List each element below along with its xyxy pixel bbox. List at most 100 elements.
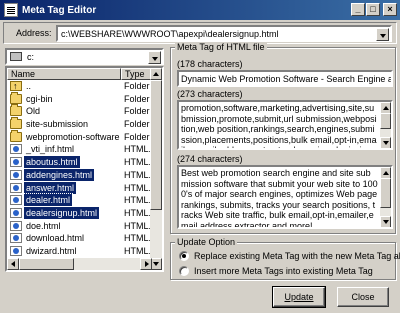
- close-button[interactable]: Close: [337, 287, 389, 307]
- app-icon: [4, 3, 18, 17]
- replace-option-label[interactable]: Replace existing Meta Tag with the new M…: [194, 251, 400, 261]
- folder-icon: [10, 91, 22, 104]
- file-list-item[interactable]: doe.html HTML...: [7, 220, 156, 233]
- file-list-item[interactable]: download.html HTML...: [7, 232, 156, 245]
- file-list-item[interactable]: _vti_inf.html HTML...: [7, 143, 156, 156]
- keywords-scroll-down-icon[interactable]: [380, 137, 391, 148]
- folder-icon: [10, 129, 22, 142]
- maximize-button[interactable]: □: [366, 3, 380, 16]
- title-bar[interactable]: Meta Tag Editor _ □ ×: [0, 0, 400, 20]
- html-file-icon: [10, 144, 22, 155]
- update-button-label: Update: [284, 292, 314, 302]
- file-type: Folder: [124, 119, 150, 130]
- window-title: Meta Tag Editor: [22, 4, 97, 16]
- file-list-item[interactable]: webpromotion-software Folder: [7, 129, 152, 144]
- file-list-item[interactable]: aboutus.html HTML...: [7, 155, 156, 170]
- drive-select[interactable]: c:: [5, 48, 164, 65]
- html-file-icon: [10, 157, 22, 168]
- insert-radio[interactable]: [179, 266, 189, 276]
- address-label: Address:: [16, 28, 52, 38]
- address-input[interactable]: c:\WEBSHARE\WWWROOT\apexpi\dealersignup.…: [61, 29, 279, 39]
- file-name: addengines.html: [22, 167, 96, 182]
- folder-icon: [10, 104, 22, 117]
- minimize-button[interactable]: _: [351, 3, 365, 16]
- description-scroll-down-icon[interactable]: [380, 216, 391, 227]
- file-name: dealersignup.html: [22, 205, 101, 220]
- scroll-up-icon[interactable]: [150, 68, 162, 80]
- html-file-icon: [10, 220, 22, 231]
- insert-option-label[interactable]: Insert more Meta Tags into existing Meta…: [194, 266, 373, 276]
- keywords-textarea[interactable]: promotion,software,marketing,advertising…: [177, 100, 393, 150]
- file-list-item[interactable]: dealersignup.html HTML...: [7, 205, 156, 220]
- file-list-item[interactable]: addengines.html HTML...: [7, 167, 156, 182]
- file-name: Old: [26, 106, 41, 117]
- description-char-count: (274 characters): [177, 154, 243, 164]
- file-name: answer.html: [22, 180, 78, 195]
- description-scroll-thumb[interactable]: [380, 178, 391, 208]
- column-header-type[interactable]: Type: [121, 68, 152, 80]
- column-header-name[interactable]: Name: [7, 68, 121, 80]
- meta-tag-group: Meta Tag of HTML file (178 characters) D…: [170, 42, 396, 234]
- file-name: cgi-bin: [26, 93, 53, 104]
- description-scrollbar[interactable]: [380, 167, 391, 227]
- replace-radio[interactable]: [179, 251, 189, 261]
- file-list-vscrollbar[interactable]: [150, 68, 162, 270]
- html-file-icon: [10, 169, 22, 180]
- keywords-value[interactable]: promotion,software,marketing,advertising…: [181, 103, 378, 148]
- file-name: dealer.html: [22, 193, 74, 208]
- html-file-icon: [10, 182, 22, 193]
- scroll-left-icon[interactable]: [7, 258, 19, 270]
- file-name: download.html: [26, 233, 85, 244]
- title-value[interactable]: Dynamic Web Promotion Software - Search …: [181, 74, 391, 84]
- file-list-item[interactable]: cgi-bin Folder: [7, 91, 152, 106]
- file-name: webpromotion-software: [26, 131, 120, 142]
- file-list-item[interactable]: Old Folder: [7, 104, 152, 118]
- file-name: dwizard.html: [26, 245, 77, 256]
- address-dropdown-icon[interactable]: [376, 28, 389, 41]
- file-name: doe.html: [26, 220, 61, 231]
- drive-icon: [10, 52, 22, 61]
- keywords-char-count: (273 characters): [177, 89, 243, 99]
- file-type: Folder: [124, 106, 150, 117]
- up-folder-icon: [10, 80, 22, 92]
- file-name: site-submission: [26, 119, 89, 130]
- folder-icon: [10, 117, 22, 130]
- file-name: ..: [26, 81, 32, 91]
- html-file-icon: [10, 245, 22, 256]
- file-list-item[interactable]: site-submission Folder: [7, 117, 152, 131]
- file-type: Folder: [124, 93, 150, 104]
- description-textarea[interactable]: Best web promotion search engine and sit…: [177, 165, 393, 229]
- keywords-scroll-thumb[interactable]: [380, 113, 391, 129]
- file-list-header: Name Type: [7, 68, 152, 80]
- file-list-item[interactable]: answer.html HTML...: [7, 180, 156, 195]
- file-name: aboutus.html: [23, 155, 81, 170]
- file-list-item[interactable]: .. Folder: [7, 80, 152, 93]
- update-group-title: Update Option: [175, 237, 238, 247]
- html-file-icon: [10, 233, 22, 244]
- address-combo[interactable]: c:\WEBSHARE\WWWROOT\apexpi\dealersignup.…: [56, 25, 392, 42]
- file-type: Folder: [124, 81, 150, 91]
- update-option-group: Update Option Replace existing Meta Tag …: [170, 237, 400, 280]
- drive-value: c:: [27, 52, 35, 62]
- file-name: _vti_inf.html: [26, 144, 75, 155]
- file-type: Folder: [124, 131, 150, 142]
- scroll-thumb[interactable]: [150, 80, 162, 210]
- html-file-icon: [10, 195, 22, 206]
- file-list-item[interactable]: dealer.html HTML...: [7, 193, 156, 208]
- title-char-count: (178 characters): [177, 59, 243, 69]
- address-bar: Address: c:\WEBSHARE\WWWROOT\apexpi\deal…: [3, 22, 397, 44]
- html-file-icon: [10, 207, 22, 218]
- title-field[interactable]: Dynamic Web Promotion Software - Search …: [177, 70, 393, 87]
- file-list[interactable]: Name Type .. Folder cgi-bin Folder Old Folder…: [5, 66, 164, 272]
- meta-tag-editor-window: Meta Tag Editor _ □ × Address: c:\WEBSHA…: [0, 0, 400, 313]
- keywords-scrollbar[interactable]: [380, 102, 391, 148]
- file-list-hscrollbar[interactable]: [7, 258, 152, 270]
- file-list-item[interactable]: dwizard.html HTML...: [7, 245, 156, 258]
- close-button-label: Close: [351, 292, 375, 302]
- update-button[interactable]: Update: [272, 286, 326, 308]
- close-window-button[interactable]: ×: [383, 3, 397, 16]
- description-value[interactable]: Best web promotion search engine and sit…: [181, 168, 378, 227]
- drive-dropdown-icon[interactable]: [148, 51, 161, 64]
- hscroll-thumb[interactable]: [19, 258, 74, 270]
- scroll-right-icon[interactable]: [140, 258, 152, 270]
